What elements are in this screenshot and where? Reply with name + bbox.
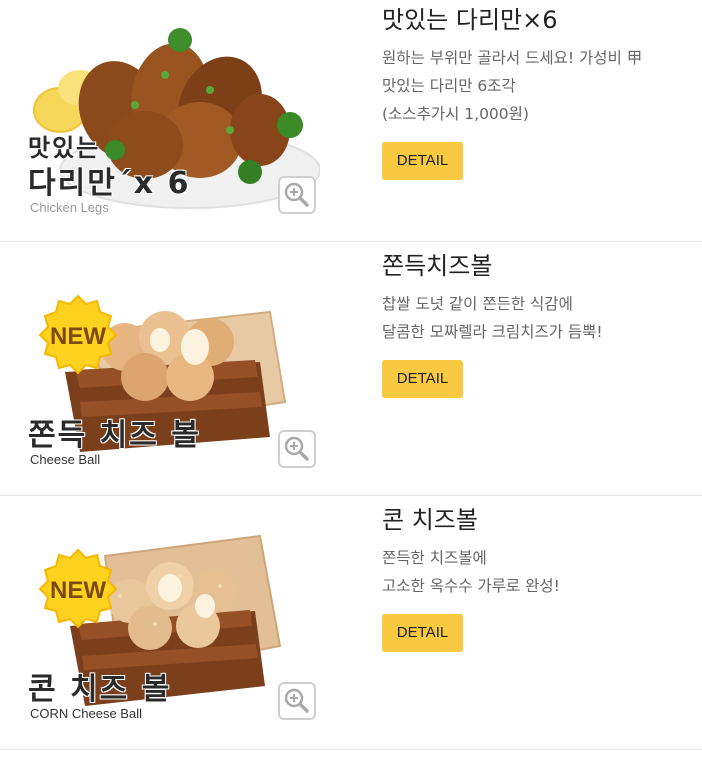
zoom-button[interactable] (278, 430, 316, 468)
product-image-corn-cheese-ball[interactable]: NEW 콘 치즈 볼 CORN Cheese Ball (20, 506, 320, 726)
product-name: 맛있는 다리만×6 (382, 6, 558, 34)
product-desc-line: 찹쌀 도넛 같이 쫀든한 식감에 (382, 295, 573, 313)
zoom-button[interactable] (278, 682, 316, 720)
product-desc-line: 고소한 옥수수 가루로 완성! (382, 577, 560, 595)
product-desc-line: 원하는 부위만 골라서 드세요! 가성비 甲 (382, 49, 643, 67)
zoom-button[interactable] (278, 176, 316, 214)
image-subtitle: CORN Cheese Ball (30, 706, 142, 721)
product-desc-line: 쫀득한 치즈볼에 (382, 549, 487, 567)
zoom-in-magnifier-icon (284, 436, 309, 461)
product-name: 콘 치즈볼 (382, 506, 478, 534)
image-title-line1: 콘 치즈 볼 (28, 672, 172, 707)
badge-text: NEW (50, 577, 106, 604)
product-image-chicken-legs[interactable]: 맛있는 다리만´x 6 Chicken Legs (20, 0, 321, 220)
product-item-cheese-ball: NEW 쫀득 치즈 볼 Cheese Ball 쫀득치즈볼 찹쌀 도넛 같이 쫀… (0, 242, 702, 496)
new-badge-icon: NEW (36, 292, 120, 376)
zoom-in-magnifier-icon (284, 182, 309, 207)
product-desc-line: 맛있는 다리만 6조각 (382, 77, 516, 95)
product-name: 쫀득치즈볼 (382, 252, 493, 280)
image-title-line2: 다리만´x 6 (28, 166, 191, 201)
product-item-corn-cheese-ball: NEW 콘 치즈 볼 CORN Cheese Ball 콘 치즈볼 쫀득한 치즈… (0, 496, 702, 750)
image-title-line1: 쫀득 치즈 볼 (28, 418, 201, 453)
image-subtitle: Chicken Legs (30, 200, 109, 215)
product-desc-line: (소스추가시 1,000원) (382, 105, 529, 123)
product-list: 맛있는 다리만´x 6 Chicken Legs 맛있는 다리만×6 원하는 부… (0, 0, 702, 750)
product-image-cheese-ball[interactable]: NEW 쫀득 치즈 볼 Cheese Ball (20, 252, 320, 472)
product-info: 쫀득치즈볼 찹쌀 도넛 같이 쫀든한 식감에 달콤한 모짜렐라 크림치즈가 듬뿍… (382, 250, 692, 398)
badge-text: NEW (50, 323, 106, 350)
detail-button[interactable]: DETAIL (382, 142, 463, 180)
product-info: 콘 치즈볼 쫀득한 치즈볼에 고소한 옥수수 가루로 완성! DETAIL (382, 504, 692, 652)
product-item-chicken-legs: 맛있는 다리만´x 6 Chicken Legs 맛있는 다리만×6 원하는 부… (0, 0, 702, 242)
detail-button[interactable]: DETAIL (382, 614, 463, 652)
product-desc-line: 달콤한 모짜렐라 크림치즈가 듬뿍! (382, 323, 603, 341)
product-info: 맛있는 다리만×6 원하는 부위만 골라서 드세요! 가성비 甲 맛있는 다리만… (382, 4, 692, 180)
detail-button[interactable]: DETAIL (382, 360, 463, 398)
new-badge-icon: NEW (36, 546, 120, 630)
zoom-in-magnifier-icon (284, 688, 309, 713)
image-subtitle: Cheese Ball (30, 452, 101, 467)
